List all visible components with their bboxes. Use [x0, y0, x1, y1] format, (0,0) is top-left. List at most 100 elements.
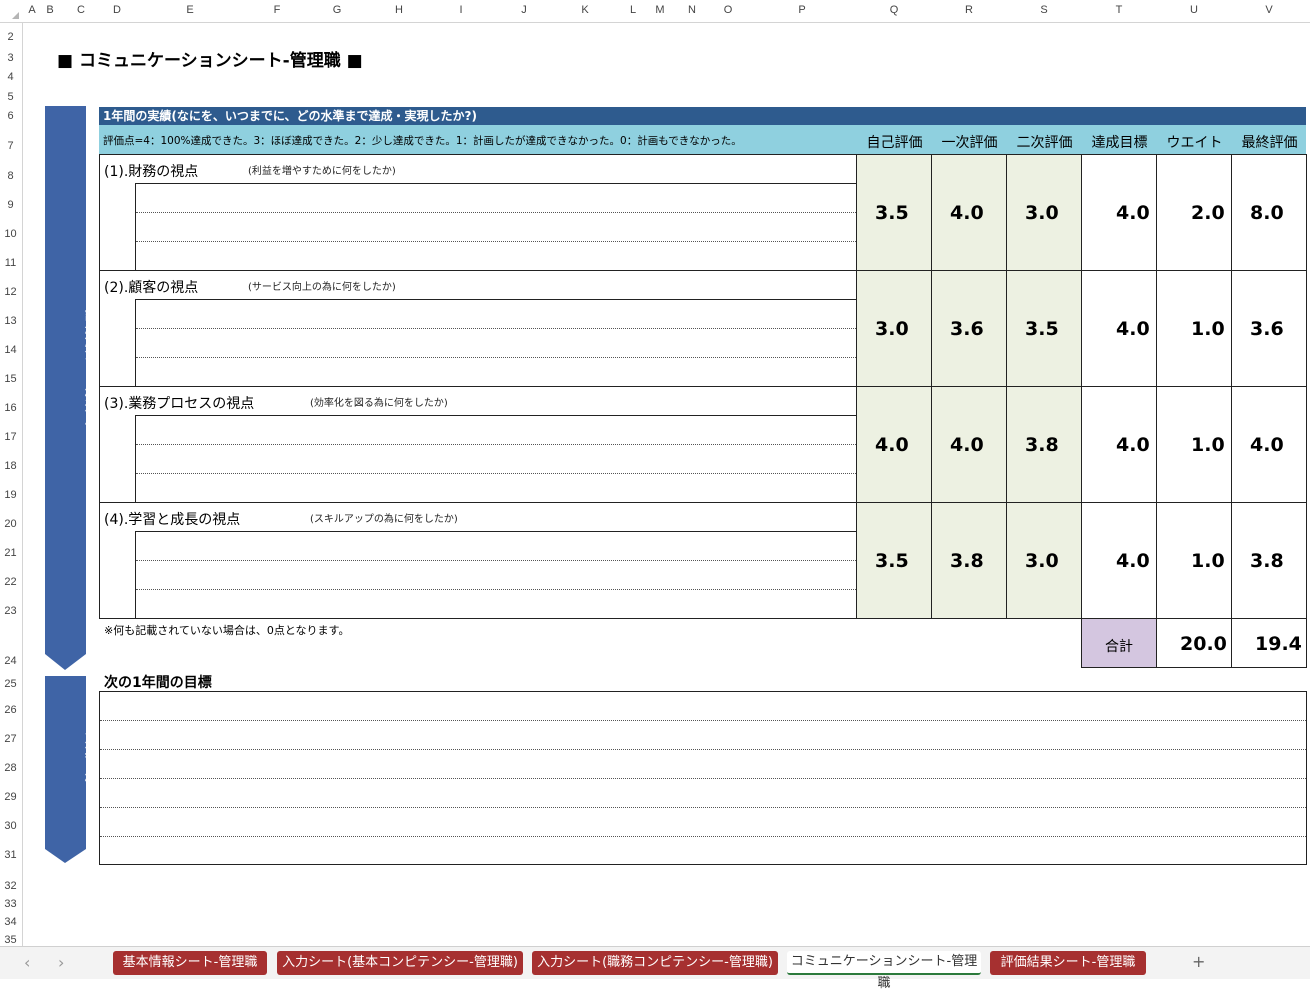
col-header[interactable]: B	[44, 4, 56, 16]
total-final[interactable]: 19.4	[1255, 633, 1302, 655]
score-final[interactable]: 3.6	[1250, 318, 1284, 340]
total-weight[interactable]: 20.0	[1180, 633, 1227, 655]
row-header[interactable]: 27	[0, 733, 21, 745]
col-header[interactable]: K	[578, 4, 592, 16]
row-header[interactable]: 4	[0, 71, 21, 83]
row-header[interactable]: 24	[0, 655, 21, 667]
row-header[interactable]: 25	[0, 678, 21, 690]
row-header[interactable]: 19	[0, 489, 21, 501]
score-target[interactable]: 4.0	[1116, 318, 1150, 340]
row-header[interactable]: 12	[0, 286, 21, 298]
col-header[interactable]: F	[270, 4, 284, 16]
row-header[interactable]: 21	[0, 547, 21, 559]
col-header[interactable]: O	[721, 4, 735, 16]
row-label-customer: (2).顧客の視点	[104, 280, 199, 296]
score-self[interactable]: 3.0	[875, 318, 909, 340]
row-header[interactable]: 8	[0, 170, 21, 182]
row-header[interactable]: 14	[0, 344, 21, 356]
row-header[interactable]: 31	[0, 849, 21, 861]
row-header[interactable]: 23	[0, 605, 21, 617]
col-header[interactable]: U	[1187, 4, 1201, 16]
tab-evaluation-result[interactable]: 評価結果シート-管理職	[990, 951, 1146, 975]
row-header[interactable]: 2	[0, 31, 21, 43]
score-target[interactable]: 4.0	[1116, 434, 1150, 456]
row-header[interactable]: 22	[0, 576, 21, 588]
col-header[interactable]: P	[795, 4, 809, 16]
row-header[interactable]: 5	[0, 91, 21, 103]
row-header[interactable]: 30	[0, 820, 21, 832]
score-first[interactable]: 3.6	[950, 318, 984, 340]
score-second[interactable]: 3.8	[1025, 434, 1059, 456]
chevron-left-icon[interactable]: ‹	[24, 953, 30, 972]
col-header[interactable]: T	[1112, 4, 1126, 16]
row-header[interactable]: 10	[0, 228, 21, 240]
col-header[interactable]: L	[626, 4, 640, 16]
row-header[interactable]: 18	[0, 460, 21, 472]
col-header[interactable]: A	[26, 4, 38, 16]
row-header[interactable]: 28	[0, 762, 21, 774]
customer-text-area[interactable]	[137, 300, 855, 386]
row-label-finance: (1).財務の視点	[104, 164, 199, 180]
score-final[interactable]: 8.0	[1250, 202, 1284, 224]
row-header[interactable]: 3	[0, 52, 21, 64]
learning-text-area[interactable]	[137, 532, 855, 618]
score-self[interactable]: 3.5	[875, 550, 909, 572]
row-header[interactable]: 7	[0, 140, 21, 152]
score-second[interactable]: 3.0	[1025, 550, 1059, 572]
col-header[interactable]: G	[330, 4, 344, 16]
row-header[interactable]: 29	[0, 791, 21, 803]
score-final[interactable]: 3.8	[1250, 550, 1284, 572]
score-weight[interactable]: 1.0	[1191, 318, 1225, 340]
score-second[interactable]: 3.0	[1025, 202, 1059, 224]
col-header[interactable]: Q	[887, 4, 901, 16]
score-self[interactable]: 3.5	[875, 202, 909, 224]
score-first[interactable]: 4.0	[950, 434, 984, 456]
col-header[interactable]: R	[962, 4, 976, 16]
row-header[interactable]: 16	[0, 402, 21, 414]
col-header[interactable]: H	[392, 4, 406, 16]
score-weight[interactable]: 2.0	[1191, 202, 1225, 224]
row-header[interactable]: 13	[0, 315, 21, 327]
tab-communication-sheet[interactable]: コミュニケーションシート-管理職	[787, 951, 981, 991]
row-header[interactable]: 26	[0, 704, 21, 716]
select-all-corner[interactable]	[0, 0, 22, 22]
score-weight[interactable]: 1.0	[1191, 550, 1225, 572]
row-header[interactable]: 32	[0, 880, 21, 892]
col-header[interactable]: I	[456, 4, 466, 16]
tab-basic-info[interactable]: 基本情報シート-管理職	[113, 951, 267, 975]
col-header[interactable]: E	[183, 4, 197, 16]
row-header[interactable]: 17	[0, 431, 21, 443]
chevron-right-icon[interactable]: ›	[58, 953, 64, 972]
score-target[interactable]: 4.0	[1116, 550, 1150, 572]
process-text-area[interactable]	[137, 416, 855, 502]
row-header[interactable]: 35	[0, 934, 21, 946]
row-label-learning: (4).学習と成長の視点	[104, 512, 241, 528]
col-header[interactable]: M	[652, 4, 668, 16]
row-header[interactable]: 15	[0, 373, 21, 385]
row-header[interactable]: 33	[0, 898, 21, 910]
tab-input-job-competency[interactable]: 入力シート(職務コンピテンシー-管理職)	[532, 951, 778, 975]
add-sheet-icon[interactable]: +	[1192, 952, 1205, 971]
row-header[interactable]: 20	[0, 518, 21, 530]
col-header[interactable]: C	[74, 4, 88, 16]
row-header[interactable]: 9	[0, 199, 21, 211]
col-header[interactable]: N	[685, 4, 699, 16]
score-final[interactable]: 4.0	[1250, 434, 1284, 456]
col-header[interactable]: D	[110, 4, 124, 16]
score-weight[interactable]: 1.0	[1191, 434, 1225, 456]
finance-text-area[interactable]	[137, 184, 855, 270]
score-first[interactable]: 4.0	[950, 202, 984, 224]
score-second[interactable]: 3.5	[1025, 318, 1059, 340]
col-weight: ウエイト	[1166, 135, 1223, 151]
col-header[interactable]: V	[1262, 4, 1276, 16]
tab-input-basic-competency[interactable]: 入力シート(基本コンピテンシー-管理職)	[277, 951, 523, 975]
achievement-header: 1年間の実績(なにを、いつまでに、どの水準まで達成・実現したか?)	[99, 107, 1306, 125]
col-header[interactable]: S	[1037, 4, 1051, 16]
col-header[interactable]: J	[517, 4, 531, 16]
score-first[interactable]: 3.8	[950, 550, 984, 572]
row-header[interactable]: 11	[0, 257, 21, 269]
row-header[interactable]: 34	[0, 916, 21, 928]
score-self[interactable]: 4.0	[875, 434, 909, 456]
score-target[interactable]: 4.0	[1116, 202, 1150, 224]
row-header[interactable]: 6	[0, 110, 21, 122]
